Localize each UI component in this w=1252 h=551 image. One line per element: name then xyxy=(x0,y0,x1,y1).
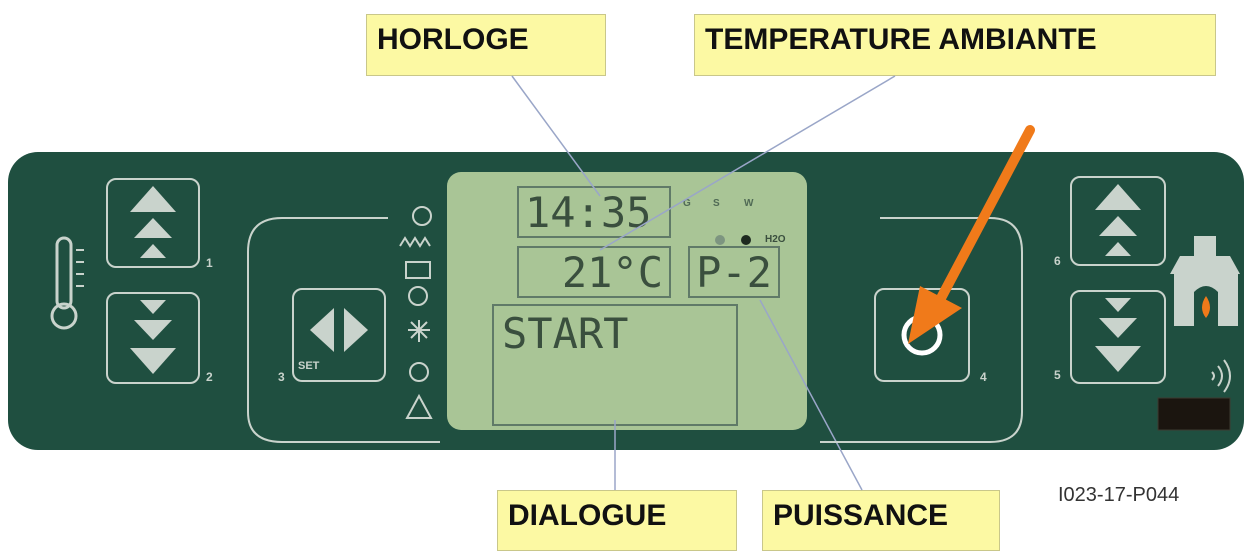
snowflake-icon xyxy=(408,320,430,342)
triple-up-arrow-icon xyxy=(130,186,176,258)
resistance-icon xyxy=(399,236,431,248)
orange-pointer-arrow-icon xyxy=(908,125,1035,344)
h2o-indicator-off xyxy=(715,235,725,245)
warning-icon xyxy=(405,393,433,419)
fireplace-icon xyxy=(1170,236,1240,326)
leader-line-puissance xyxy=(759,299,863,491)
thermometer-icon xyxy=(50,236,84,330)
triple-down-arrow-icon xyxy=(130,300,176,374)
clock-status-icon xyxy=(412,206,432,226)
power-up-arrow-icon xyxy=(1095,184,1141,256)
fan-motor-icon xyxy=(408,286,428,306)
pump-icon xyxy=(409,362,429,382)
fuel-icon xyxy=(405,261,431,279)
left-right-arrow-icon xyxy=(310,308,368,352)
power-down-arrow-icon xyxy=(1095,298,1141,372)
status-icons-column xyxy=(399,206,433,419)
ir-receiver-window xyxy=(1157,397,1231,431)
diagram-graphics xyxy=(50,75,1240,491)
h2o-indicator-on xyxy=(741,235,751,245)
leader-line-horloge xyxy=(511,75,601,197)
leader-line-temperature xyxy=(599,75,896,251)
remote-signal-icon xyxy=(1211,359,1231,393)
